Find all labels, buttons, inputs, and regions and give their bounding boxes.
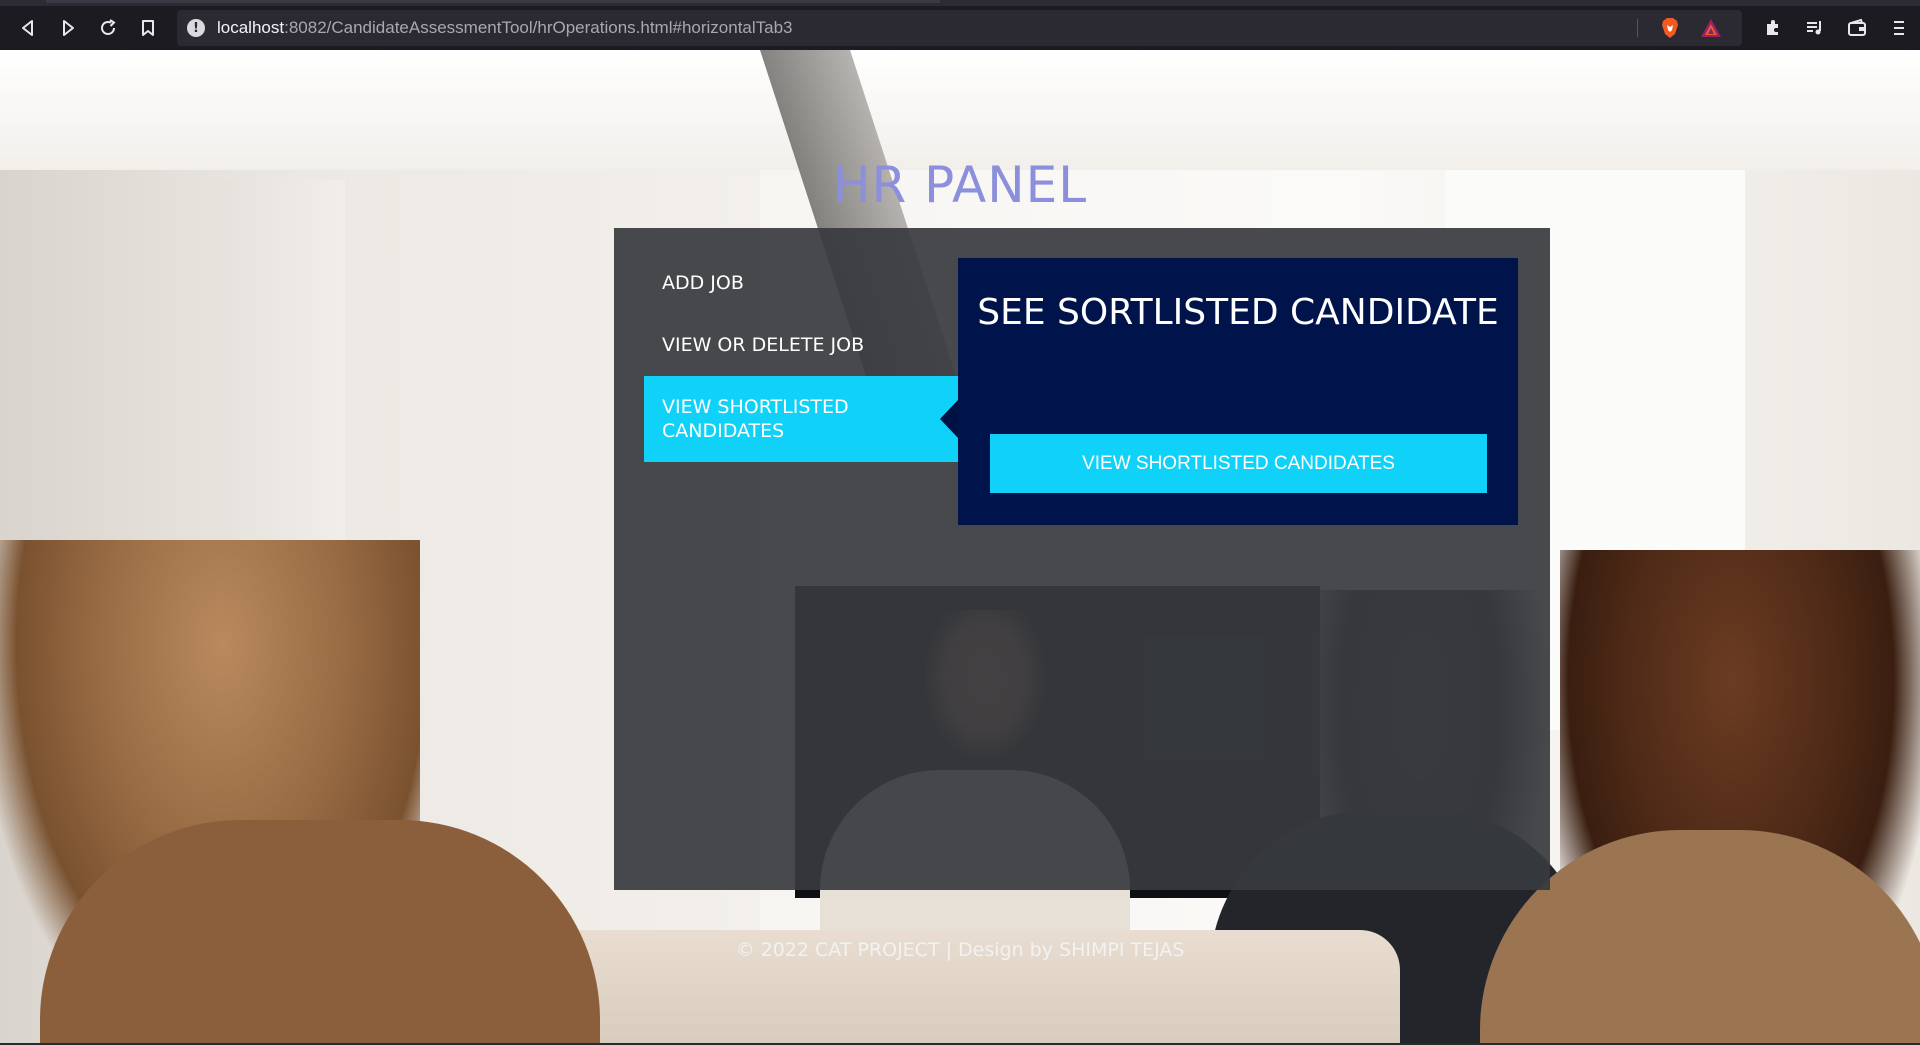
playlist-icon[interactable]: [1794, 10, 1836, 46]
tab-list: ADD JOB VIEW OR DELETE JOB VIEW SHORTLIS…: [644, 252, 958, 462]
hr-panel: ADD JOB VIEW OR DELETE JOB VIEW SHORTLIS…: [614, 228, 1550, 890]
toolbar-actions: [1752, 6, 1920, 50]
url-text[interactable]: localhost:8082/CandidateAssessmentTool/h…: [217, 18, 793, 38]
forward-icon[interactable]: [48, 10, 88, 46]
menu-icon[interactable]: [1878, 10, 1920, 46]
url-path: :8082/CandidateAssessmentTool/hrOperatio…: [284, 18, 793, 37]
bg-ceiling: [0, 50, 1920, 170]
brave-rewards-icon[interactable]: [1700, 18, 1722, 38]
tab-add-job[interactable]: ADD JOB: [644, 252, 958, 314]
url-separator: [1637, 19, 1638, 37]
tab-view-or-delete-job[interactable]: VIEW OR DELETE JOB: [644, 314, 958, 376]
site-info-icon[interactable]: !: [187, 19, 205, 37]
address-bar[interactable]: ! localhost:8082/CandidateAssessmentTool…: [177, 10, 1742, 46]
browser-toolbar: ! localhost:8082/CandidateAssessmentTool…: [0, 6, 1920, 50]
page-viewport: HR PANEL ADD JOB VIEW OR DELETE JOB VIEW…: [0, 50, 1920, 1045]
active-tab-indicator[interactable]: [46, 0, 940, 3]
nav-buttons: [0, 10, 168, 46]
page-title: HR PANEL: [832, 156, 1088, 214]
tab-view-shortlisted-candidates[interactable]: VIEW SHORTLISTED CANDIDATES: [644, 376, 958, 462]
content-heading: SEE SORTLISTED CANDIDATE: [977, 292, 1499, 333]
extensions-icon[interactable]: [1752, 10, 1794, 46]
view-shortlisted-candidates-button[interactable]: VIEW SHORTLISTED CANDIDATES: [990, 434, 1487, 493]
brave-shields-icon[interactable]: [1660, 17, 1680, 39]
footer-credit: © 2022 CAT PROJECT | Design by SHIMPI TE…: [735, 939, 1185, 961]
bookmark-icon[interactable]: [128, 10, 168, 46]
tab-content: SEE SORTLISTED CANDIDATE VIEW SHORTLISTE…: [958, 258, 1518, 525]
wallet-icon[interactable]: [1836, 10, 1878, 46]
back-icon[interactable]: [8, 10, 48, 46]
reload-icon[interactable]: [88, 10, 128, 46]
url-host: localhost: [217, 18, 285, 37]
